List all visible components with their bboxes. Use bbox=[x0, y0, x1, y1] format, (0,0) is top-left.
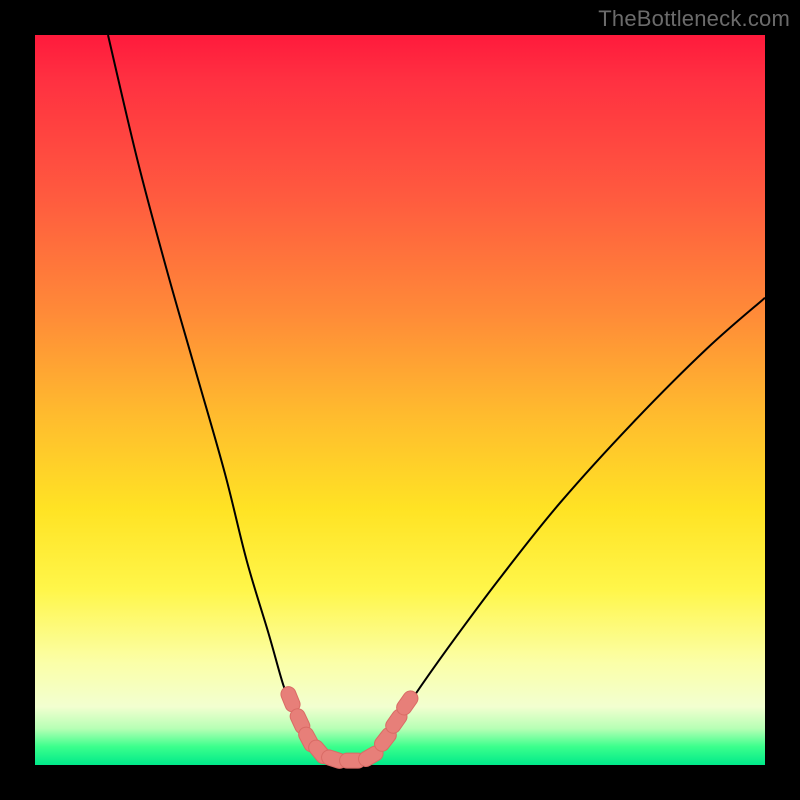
chart-svg bbox=[35, 35, 765, 765]
plot-area bbox=[35, 35, 765, 765]
marker-layer bbox=[279, 684, 421, 770]
curve-layer bbox=[108, 35, 765, 762]
chart-frame: TheBottleneck.com bbox=[0, 0, 800, 800]
bottleneck-curve bbox=[108, 35, 765, 762]
watermark-text: TheBottleneck.com bbox=[598, 6, 790, 32]
